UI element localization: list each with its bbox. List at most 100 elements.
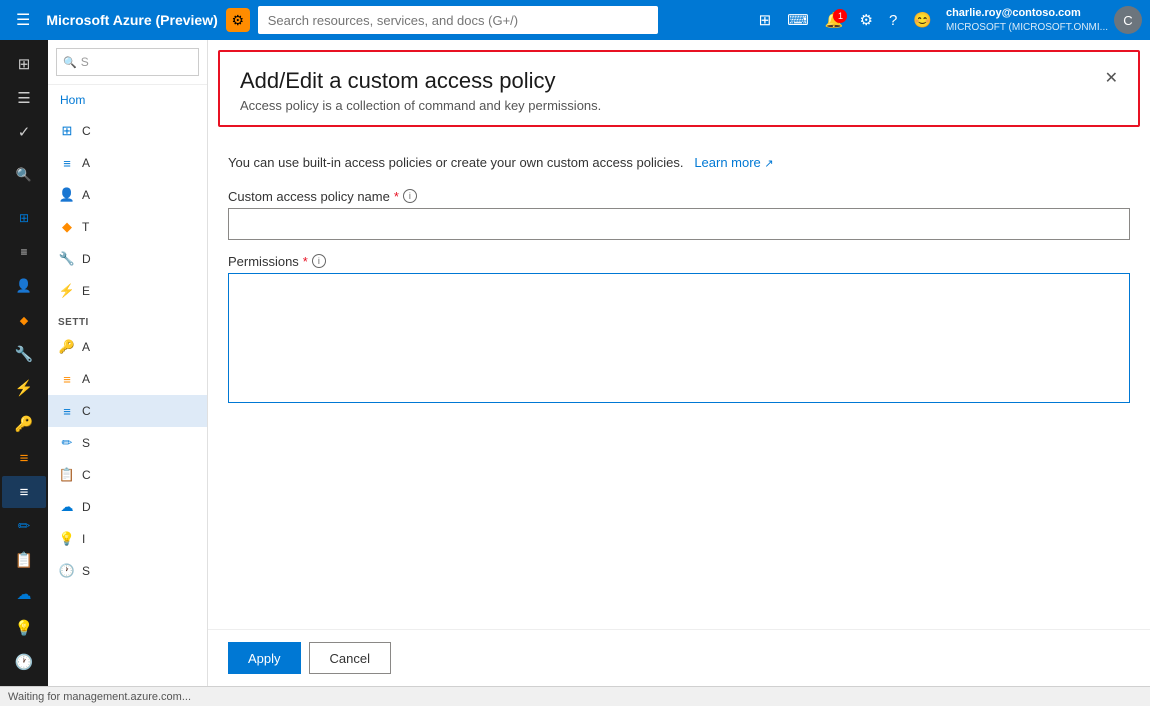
- search-placeholder-text: S: [81, 55, 89, 69]
- nav-label-s1: A: [82, 340, 90, 354]
- nav-item-settings-4[interactable]: ✏ S: [48, 427, 207, 459]
- nav-item-settings-6[interactable]: ☁ D: [48, 491, 207, 523]
- dialog-panel: Add/Edit a custom access policy Access p…: [208, 40, 1150, 686]
- nav-label-6: E: [82, 284, 90, 298]
- nav-icon-s6: ☁: [58, 499, 76, 515]
- sidebar-item-clipboard[interactable]: 📋: [2, 544, 46, 576]
- sidebar-item-dashboard[interactable]: ⊞: [2, 202, 46, 234]
- page-content: Add/Edit a custom access policy Access p…: [208, 40, 1150, 686]
- apply-button[interactable]: Apply: [228, 642, 301, 674]
- feedback-btn[interactable]: 😊: [907, 7, 938, 33]
- nav-icon-s2: ≡: [58, 372, 76, 387]
- nav-label-s4: S: [82, 436, 90, 450]
- cloud-shell-btn[interactable]: ⌨: [781, 7, 815, 33]
- nav-item-settings-7[interactable]: 💡 I: [48, 523, 207, 555]
- nav-item-settings-5[interactable]: 📋 C: [48, 459, 207, 491]
- sidebar-item-favorites[interactable]: ✓: [2, 116, 46, 148]
- policy-name-label: Custom access policy name * i: [228, 189, 1130, 204]
- hamburger-icon[interactable]: ☰: [8, 6, 38, 34]
- user-tenant: MICROSOFT (MICROSOFT.ONMI...: [946, 21, 1108, 34]
- azure-settings-icon: ⚙: [226, 8, 250, 32]
- sidebar-item-custom-active[interactable]: ≡: [2, 476, 46, 508]
- dialog-header: Add/Edit a custom access policy Access p…: [218, 50, 1140, 127]
- search-container: 🔍 S: [48, 40, 207, 85]
- breadcrumb-home[interactable]: Hom: [60, 93, 85, 107]
- second-sidebar: 🔍 S Hom ⊞ C ≡ A 👤 A ◆ T 🔧 D ⚡ E Se: [48, 40, 208, 686]
- nav-label-4: T: [82, 220, 89, 234]
- sidebar-item-search[interactable]: 🔍: [2, 159, 46, 191]
- breadcrumb: Hom: [48, 85, 207, 111]
- nav-icon-5: 🔧: [58, 251, 76, 267]
- nav-icon-s4: ✏: [58, 435, 76, 451]
- dialog-title: Add/Edit a custom access policy: [240, 68, 1118, 94]
- nav-icon-2: ≡: [58, 156, 76, 171]
- nav-item-settings-3[interactable]: ≡ C: [48, 395, 207, 427]
- sidebar-item-users[interactable]: 👤: [2, 270, 46, 302]
- sidebar-item-settings-key[interactable]: 🔑: [2, 408, 46, 440]
- sidebar-item-tags[interactable]: ◆: [2, 304, 46, 336]
- sidebar-search[interactable]: 🔍 S: [56, 48, 199, 76]
- info-text: You can use built-in access policies or …: [228, 153, 1130, 173]
- learn-more-link[interactable]: Learn more ↗: [694, 155, 773, 170]
- sidebar-item-insights[interactable]: 💡: [2, 612, 46, 644]
- sidebar-item-events[interactable]: ⚡: [2, 372, 46, 404]
- nav-item-3[interactable]: 👤 A: [48, 179, 207, 211]
- sidebar-item-edit[interactable]: ✏: [2, 510, 46, 542]
- notification-badge: 1: [833, 9, 847, 23]
- policy-name-input[interactable]: [228, 208, 1130, 240]
- sidebar-item-cloud[interactable]: ☁: [2, 578, 46, 610]
- topbar: ☰ Microsoft Azure (Preview) ⚙ ⊞ ⌨ 🔔 1 ⚙ …: [0, 0, 1150, 40]
- nav-label-s6: D: [82, 500, 91, 514]
- dialog-subtitle: Access policy is a collection of command…: [240, 98, 1118, 113]
- required-star-name: *: [394, 189, 399, 204]
- settings-btn[interactable]: ⚙: [853, 7, 878, 33]
- required-star-perms: *: [303, 254, 308, 269]
- nav-item-5[interactable]: 🔧 D: [48, 243, 207, 275]
- info-icon-name[interactable]: i: [403, 189, 417, 203]
- nav-icon-s7: 💡: [58, 531, 76, 547]
- nav-items: ⊞ C ≡ A 👤 A ◆ T 🔧 D ⚡ E Setti 🔑 A ≡: [48, 111, 207, 591]
- cancel-button[interactable]: Cancel: [309, 642, 391, 674]
- external-link-icon: ↗: [764, 158, 773, 170]
- nav-label-2: A: [82, 156, 90, 170]
- nav-icon-6: ⚡: [58, 283, 76, 299]
- nav-icon-1: ⊞: [58, 123, 76, 139]
- portal-icon-btn[interactable]: ⊞: [753, 7, 778, 33]
- nav-item-settings-8[interactable]: 🕐 S: [48, 555, 207, 587]
- global-search-input[interactable]: [258, 6, 658, 34]
- nav-item-1[interactable]: ⊞ C: [48, 115, 207, 147]
- sidebar-item-schedule[interactable]: 🕐: [2, 646, 46, 678]
- nav-label-s8: S: [82, 564, 90, 578]
- statusbar: Waiting for management.azure.com...: [0, 686, 1150, 706]
- user-email: charlie.roy@contoso.com: [946, 6, 1108, 20]
- nav-label-s7: I: [82, 532, 85, 546]
- permissions-textarea[interactable]: [228, 273, 1130, 403]
- sidebar-item-list[interactable]: ≡: [2, 442, 46, 474]
- nav-label-s5: C: [82, 468, 91, 482]
- nav-icon-s3: ≡: [58, 404, 76, 419]
- settings-section-title: Setti: [48, 307, 207, 331]
- dialog-close-button[interactable]: ✕: [1097, 64, 1126, 92]
- dialog-footer: Apply Cancel: [208, 629, 1150, 686]
- nav-item-4[interactable]: ◆ T: [48, 211, 207, 243]
- statusbar-text: Waiting for management.azure.com...: [8, 691, 191, 703]
- avatar: C: [1114, 6, 1142, 34]
- nav-item-settings-1[interactable]: 🔑 A: [48, 331, 207, 363]
- sidebar-item-allservices[interactable]: ≡: [2, 236, 46, 268]
- info-icon-perms[interactable]: i: [312, 254, 326, 268]
- nav-item-settings-2[interactable]: ≡ A: [48, 363, 207, 395]
- nav-label-s2: A: [82, 372, 90, 386]
- nav-item-2[interactable]: ≡ A: [48, 147, 207, 179]
- nav-label-5: D: [82, 252, 91, 266]
- sidebar-item-home[interactable]: ⊞: [2, 48, 46, 80]
- sidebar-item-tools[interactable]: 🔧: [2, 338, 46, 370]
- nav-label-s3: C: [82, 404, 91, 418]
- notifications-btn[interactable]: 🔔 1: [819, 7, 850, 33]
- nav-label-3: A: [82, 188, 90, 202]
- nav-icon-s8: 🕐: [58, 563, 76, 579]
- help-btn[interactable]: ?: [883, 8, 903, 33]
- nav-item-6[interactable]: ⚡ E: [48, 275, 207, 307]
- sidebar-item-menu[interactable]: ☰: [2, 82, 46, 114]
- user-profile[interactable]: charlie.roy@contoso.com MICROSOFT (MICRO…: [946, 6, 1142, 34]
- nav-label-1: C: [82, 124, 91, 138]
